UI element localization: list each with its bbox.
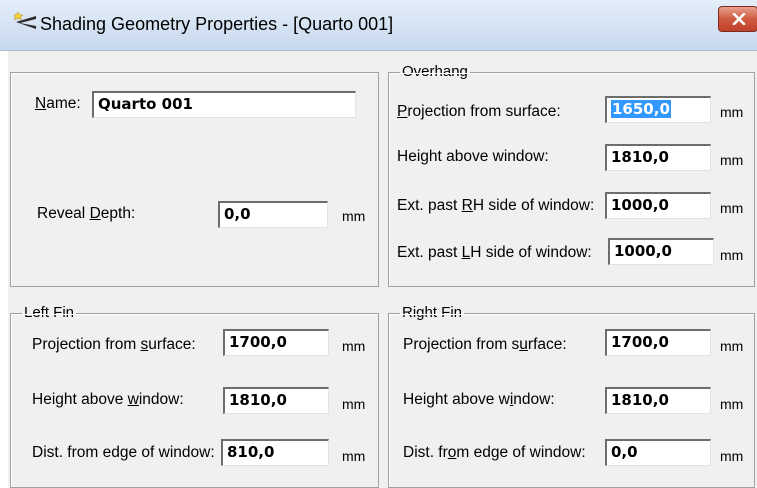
overhang-ext-rh-unit: mm	[720, 200, 744, 216]
right-fin-dist-unit: mm	[720, 448, 744, 464]
right-fin-title: Right Fin	[400, 304, 465, 321]
right-fin-height-field[interactable]: 1810,0	[605, 387, 711, 414]
window-title: Shading Geometry Properties - [Quarto 00…	[40, 14, 394, 34]
right-fin-dist-label: Dist. from edge of window:	[403, 444, 586, 461]
close-button[interactable]	[718, 6, 757, 32]
overhang-height-unit: mm	[720, 152, 744, 168]
overhang-ext-rh-label: Ext. past RH side of window:	[397, 197, 595, 214]
overhang-title: Overhang	[400, 63, 470, 80]
overhang-projection-field[interactable]: 1650,0	[605, 96, 711, 123]
left-fin-projection-unit: mm	[342, 338, 366, 354]
overhang-ext-rh-field[interactable]: 1000,0	[605, 192, 711, 219]
left-fin-projection-label: Projection from surface:	[32, 336, 196, 353]
overhang-ext-lh-label: Ext. past LH side of window:	[397, 244, 592, 261]
overhang-height-field[interactable]: 1810,0	[605, 144, 711, 171]
overhang-projection-unit: mm	[720, 104, 744, 120]
reveal-depth-label: Reveal Depth:	[37, 205, 136, 222]
right-fin-height-label: Height above window:	[403, 391, 555, 408]
reveal-depth-unit: mm	[342, 208, 366, 224]
overhang-height-label: Height above window:	[397, 148, 549, 165]
left-fin-dist-unit: mm	[342, 448, 366, 464]
left-fin-height-label: Height above window:	[32, 391, 184, 408]
reveal-depth-field[interactable]: 0,0	[218, 201, 328, 228]
right-fin-dist-field[interactable]: 0,0	[605, 439, 711, 466]
right-fin-height-unit: mm	[720, 396, 744, 412]
left-fin-projection-field[interactable]: 1700,0	[223, 329, 329, 356]
dialog-body: Name: Quarto 001 Reveal Depth: 0,0 mm Ov…	[8, 51, 757, 488]
overhang-ext-lh-unit: mm	[720, 247, 744, 263]
left-fin-title: Left Fin	[22, 304, 77, 321]
overhang-projection-label: Projection from surface:	[397, 103, 561, 120]
left-fin-dist-label: Dist. from edge of window:	[32, 444, 215, 461]
title-bar[interactable]: Shading Geometry Properties - [Quarto 00…	[0, 0, 757, 51]
left-fin-height-field[interactable]: 1810,0	[223, 387, 329, 414]
close-icon	[732, 13, 746, 25]
right-fin-projection-label: Projection from surface:	[403, 336, 567, 353]
name-label: Name:	[35, 95, 81, 112]
left-fin-height-unit: mm	[342, 396, 366, 412]
left-fin-dist-field[interactable]: 810,0	[221, 439, 329, 466]
name-field[interactable]: Quarto 001	[92, 91, 356, 118]
shading-app-icon	[14, 11, 36, 29]
right-fin-projection-field[interactable]: 1700,0	[605, 329, 711, 356]
right-fin-projection-unit: mm	[720, 338, 744, 354]
overhang-ext-lh-field[interactable]: 1000,0	[608, 238, 714, 265]
